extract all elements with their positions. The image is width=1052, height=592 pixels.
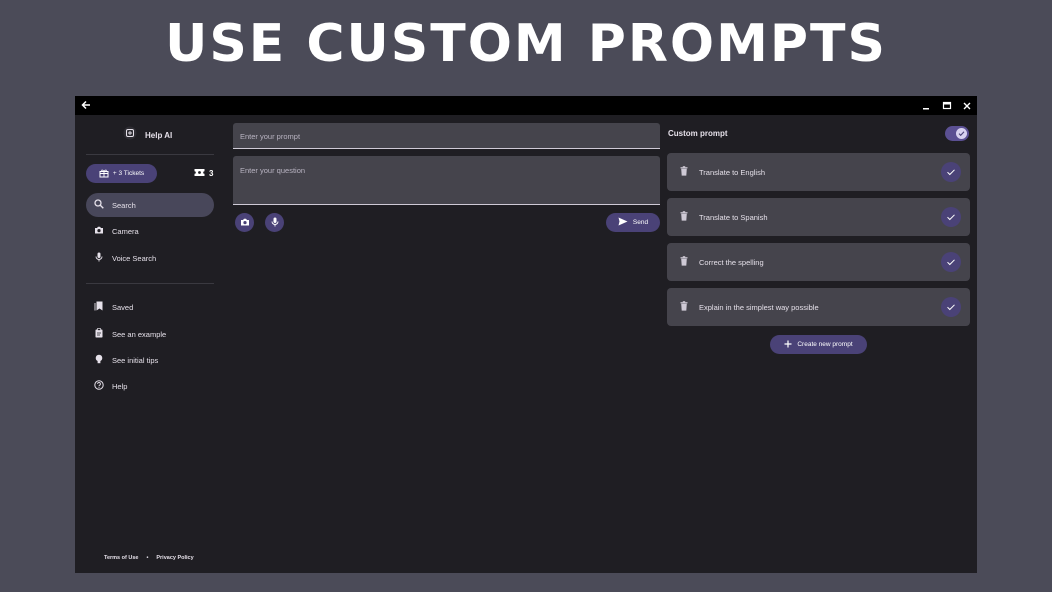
close-icon[interactable]: [962, 99, 972, 117]
prompt-card[interactable]: Translate to Spanish: [667, 198, 970, 236]
nav-item-label: See initial tips: [112, 355, 159, 365]
minimize-icon[interactable]: [921, 99, 931, 117]
check-icon: [958, 131, 965, 137]
select-prompt-button[interactable]: [941, 252, 961, 272]
app-logo-icon: [123, 126, 137, 145]
select-prompt-button[interactable]: [941, 162, 961, 182]
send-icon: [618, 217, 628, 228]
select-prompt-button[interactable]: [941, 297, 961, 317]
create-new-prompt-button[interactable]: Create new prompt: [770, 335, 867, 354]
custom-prompt-title: Custom prompt: [668, 129, 728, 138]
select-prompt-button[interactable]: [941, 207, 961, 227]
plus-icon: [784, 340, 792, 350]
nav-item-search[interactable]: Search: [86, 193, 214, 217]
trash-icon[interactable]: [680, 298, 688, 316]
app-brand: Help AI: [123, 126, 173, 145]
check-icon: [947, 169, 955, 176]
app-window: Help AI + 3 Tickets 3 Search Camera Voic…: [75, 96, 977, 573]
create-button-label: Create new prompt: [797, 341, 853, 348]
trash-icon[interactable]: [680, 163, 688, 181]
help-icon: [94, 380, 104, 392]
question-input[interactable]: Enter your question: [233, 156, 660, 205]
maximize-icon[interactable]: [942, 99, 952, 117]
check-icon: [947, 304, 955, 311]
tickets-button-label: + 3 Tickets: [112, 170, 145, 177]
custom-prompt-toggle[interactable]: [945, 126, 969, 141]
privacy-link[interactable]: Privacy Policy: [156, 555, 193, 561]
nav-item-see-example[interactable]: See an example: [86, 322, 214, 346]
sidebar: Help AI + 3 Tickets 3 Search Camera Voic…: [75, 115, 220, 573]
divider: [86, 154, 214, 155]
prompt-label: Correct the spelling: [699, 257, 764, 267]
nav-item-help[interactable]: Help: [86, 374, 214, 398]
footer-separator: •: [146, 555, 149, 561]
divider: [86, 283, 214, 284]
send-button[interactable]: Send: [606, 213, 660, 232]
ticket-balance: 3: [194, 168, 213, 179]
add-tickets-button[interactable]: + 3 Tickets: [86, 164, 157, 183]
camera-icon: [94, 225, 104, 237]
camera-icon: [240, 214, 250, 232]
nav-item-label: Search: [112, 200, 136, 210]
check-icon: [947, 214, 955, 221]
voice-button[interactable]: [265, 213, 284, 232]
nav-item-saved[interactable]: Saved: [86, 295, 214, 319]
camera-button[interactable]: [235, 213, 254, 232]
trash-icon[interactable]: [680, 208, 688, 226]
lightbulb-icon: [94, 354, 104, 366]
banner-title: USE CUSTOM PROMPTS: [165, 14, 887, 74]
nav-item-label: Saved: [112, 302, 134, 312]
prompt-card[interactable]: Correct the spelling: [667, 243, 970, 281]
toggle-knob: [956, 128, 967, 139]
prompt-input[interactable]: Enter your prompt: [233, 123, 660, 149]
mic-icon: [94, 252, 104, 264]
prompt-card[interactable]: Translate to English: [667, 153, 970, 191]
prompt-label: Explain in the simplest way possible: [699, 302, 819, 312]
app-name: Help AI: [145, 130, 173, 140]
trash-icon[interactable]: [680, 253, 688, 271]
nav-item-initial-tips[interactable]: See initial tips: [86, 348, 214, 372]
check-icon: [947, 259, 955, 266]
search-icon: [94, 199, 104, 211]
ticket-count: 3: [209, 169, 214, 178]
prompt-label: Translate to Spanish: [699, 212, 768, 222]
nav-item-label: Help: [112, 381, 128, 391]
ticket-icon: [194, 168, 205, 179]
prompt-card[interactable]: Explain in the simplest way possible: [667, 288, 970, 326]
send-button-label: Send: [632, 219, 649, 226]
clipboard-icon: [94, 328, 104, 340]
bookmark-icon: [94, 301, 104, 313]
nav-item-voice-search[interactable]: Voice Search: [86, 246, 214, 270]
prompt-label: Translate to English: [699, 167, 766, 177]
title-bar: [75, 96, 977, 115]
terms-link[interactable]: Terms of Use: [104, 555, 138, 561]
mic-icon: [270, 214, 280, 232]
footer-links: Terms of Use • Privacy Policy: [104, 555, 194, 561]
nav-item-label: Camera: [112, 226, 139, 236]
nav-item-camera[interactable]: Camera: [86, 219, 214, 243]
gift-icon: [99, 168, 109, 180]
nav-item-label: Voice Search: [112, 253, 157, 263]
nav-item-label: See an example: [112, 329, 167, 339]
